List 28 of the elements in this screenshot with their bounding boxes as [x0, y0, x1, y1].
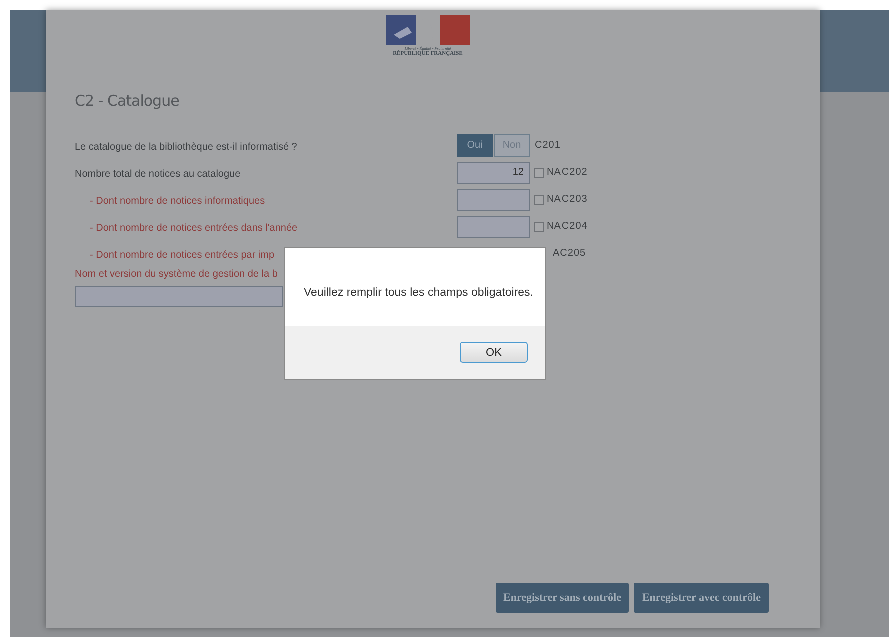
- field-label: - Dont nombre de notices entrées par imp: [89, 250, 275, 260]
- save-button[interactable]: Enregistrer avec contrôle: [634, 583, 769, 613]
- marianne-flag-icon: [386, 15, 470, 45]
- field-label: - Dont nombre de notices entrées dans l'année: [89, 222, 298, 234]
- field-code: C204: [562, 221, 588, 232]
- field-code: C202: [562, 167, 588, 178]
- na-label: NA: [547, 167, 561, 178]
- field-label: - Dont nombre de notices informatiques: [89, 196, 266, 206]
- field-code: C201: [535, 140, 561, 151]
- na-checkbox[interactable]: [534, 222, 544, 232]
- na-label: NA: [547, 221, 561, 232]
- number-field[interactable]: [457, 216, 530, 238]
- field-code: AC205: [553, 248, 586, 259]
- field-label: Nombre total de notices au catalogue: [75, 168, 241, 180]
- dialog-message: Veuillez remplir tous les champs obligatoires.: [303, 286, 534, 301]
- na-label: NA: [547, 194, 561, 205]
- field-label: Nom et version du système de gestion de la b: [75, 269, 279, 280]
- ok-button[interactable]: OK: [460, 342, 528, 363]
- toggle-option[interactable]: Oui: [457, 134, 493, 157]
- field-code: C203: [562, 194, 588, 205]
- field-label: Le catalogue de la bibliothèque est-il informatisé ?: [75, 142, 298, 152]
- number-field[interactable]: [457, 188, 530, 210]
- save-button[interactable]: Enregistrer sans contrôle: [496, 583, 630, 613]
- number-field[interactable]: 12: [457, 162, 530, 184]
- text-field[interactable]: [75, 286, 283, 307]
- na-checkbox[interactable]: [534, 194, 544, 204]
- na-checkbox[interactable]: [534, 168, 544, 178]
- section-title: C2 - Catalogue: [75, 92, 180, 110]
